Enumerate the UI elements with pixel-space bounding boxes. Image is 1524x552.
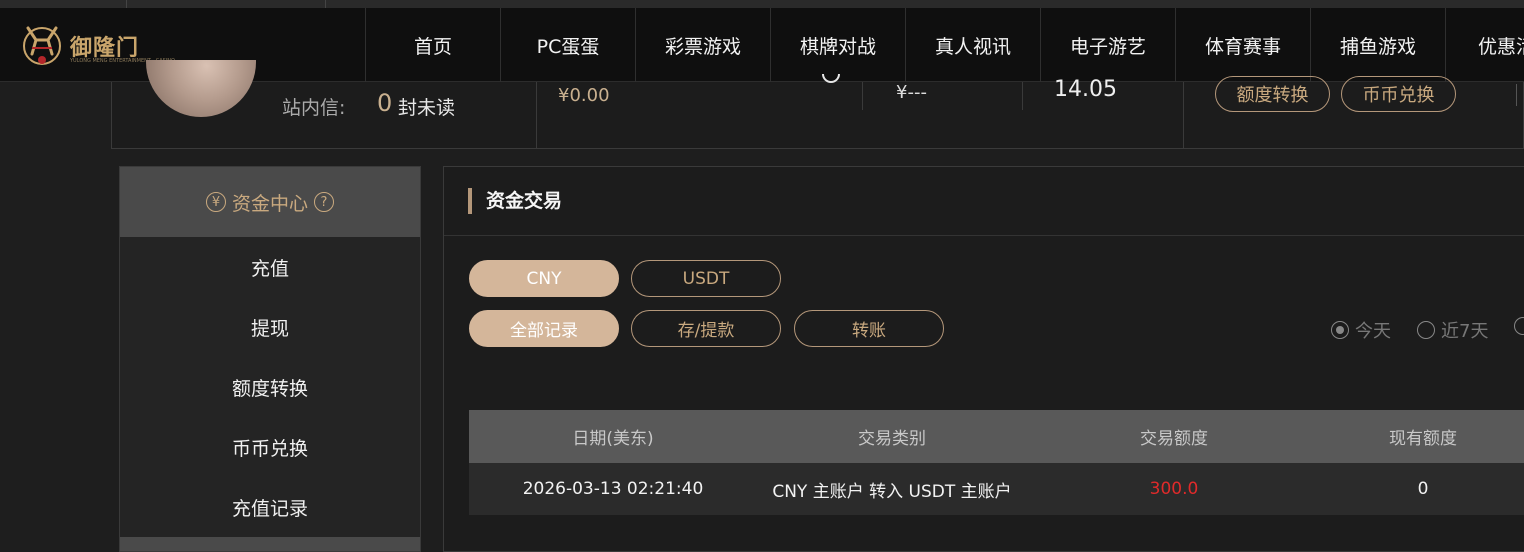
- column-header-amount: 交易额度: [1140, 429, 1208, 449]
- transactions-table: 日期(美东) 交易类别 交易额度 现有额度 2026-03-13 02:21:4…: [469, 410, 1524, 515]
- divider: [862, 82, 863, 110]
- sidebar-item-withdraw[interactable]: 提现: [120, 297, 420, 357]
- cell-type: CNY 主账户 转入 USDT 主账户: [772, 481, 1012, 502]
- column-header-current: 现有额度: [1389, 429, 1457, 449]
- nav-item-pc-eggs[interactable]: PC蛋蛋: [500, 8, 635, 82]
- nav-item-sports[interactable]: 体育赛事: [1175, 8, 1310, 82]
- filter-more[interactable]: [1514, 317, 1524, 335]
- main-panel: 资金交易 CNY USDT 全部记录 存/提款 转账 今天 近7天 日期(美东)…: [443, 166, 1524, 552]
- sidebar-item-next[interactable]: [120, 537, 420, 551]
- nav-item-lottery[interactable]: 彩票游戏: [635, 8, 770, 82]
- page-title: 资金交易: [468, 188, 562, 214]
- table-row: 2026-03-13 02:21:40 CNY 主账户 转入 USDT 主账户 …: [469, 463, 1524, 515]
- nav-item-fishing[interactable]: 捕鱼游戏: [1310, 8, 1445, 82]
- top-strip-divider: [126, 0, 127, 8]
- radio-icon[interactable]: [1514, 317, 1524, 335]
- table-header: 日期(美东) 交易类别 交易额度 现有额度: [469, 410, 1524, 463]
- sidebar-item-transfer[interactable]: 额度转换: [120, 357, 420, 417]
- sidebar-item-deposit[interactable]: 充值: [120, 237, 420, 297]
- tab-cny[interactable]: CNY: [469, 260, 619, 297]
- logo-emblem-icon: [23, 26, 61, 65]
- help-icon[interactable]: ?: [314, 192, 334, 212]
- refresh-icon[interactable]: [820, 70, 842, 88]
- filter-today-label: 今天: [1355, 321, 1391, 342]
- tab-transfer[interactable]: 转账: [794, 310, 944, 347]
- divider: [1516, 84, 1517, 106]
- divider: [1183, 82, 1184, 148]
- filter-7days-label: 近7天: [1441, 321, 1489, 342]
- exchange-button[interactable]: 币币兑换: [1341, 76, 1456, 112]
- top-strip-divider: [325, 0, 326, 8]
- top-strip: [0, 0, 1524, 8]
- nav-item-live-casino[interactable]: 真人视讯: [905, 8, 1040, 82]
- sidebar: ¥ 资金中心 ? 充值 提现 额度转换 币币兑换 充值记录: [119, 166, 421, 552]
- sidebar-item-exchange[interactable]: 币币兑换: [120, 417, 420, 477]
- cell-date: 2026-03-13 02:21:40: [522, 479, 704, 499]
- divider: [536, 82, 537, 148]
- column-header-date: 日期(美东): [572, 429, 654, 449]
- main-balance: ¥0.00: [558, 85, 610, 106]
- transfer-button[interactable]: 额度转换: [1215, 76, 1330, 112]
- filter-today[interactable]: 今天: [1331, 317, 1391, 343]
- cell-amount: 300.0: [1149, 479, 1199, 499]
- tab-all-records[interactable]: 全部记录: [469, 310, 619, 347]
- account-value: 14.05: [1054, 77, 1117, 102]
- nav-item-promotions[interactable]: 优惠活动: [1445, 8, 1524, 82]
- unread-count[interactable]: 0: [377, 89, 392, 117]
- sidebar-title: 资金中心: [231, 192, 308, 215]
- yuan-icon: ¥: [205, 192, 226, 212]
- nav-item-slots[interactable]: 电子游艺: [1040, 8, 1175, 82]
- logo[interactable]: 御隆门 YULONG MENG ENTERTAINMENT · CASINO: [18, 20, 175, 70]
- divider: [444, 235, 1524, 236]
- tab-deposit-withdraw[interactable]: 存/提款: [631, 310, 781, 347]
- sidebar-header: ¥ 资金中心 ?: [120, 167, 420, 237]
- column-header-type: 交易类别: [858, 429, 926, 449]
- filter-7days[interactable]: 近7天: [1417, 317, 1488, 343]
- nav-item-home[interactable]: 首页: [365, 8, 500, 82]
- radio-checked-icon[interactable]: [1331, 321, 1349, 339]
- unread-suffix: 封未读: [398, 97, 456, 119]
- message-label: 站内信:: [282, 97, 346, 119]
- cell-current: 0: [1417, 479, 1429, 499]
- main-nav: 首页 PC蛋蛋 彩票游戏 棋牌对战 真人视讯 电子游艺 体育赛事 捕鱼游戏 优惠…: [365, 8, 1524, 82]
- radio-icon[interactable]: [1417, 321, 1435, 339]
- other-balance: ¥---: [896, 82, 927, 103]
- sidebar-item-deposit-records[interactable]: 充值记录: [120, 477, 420, 537]
- divider: [1022, 82, 1023, 110]
- tab-usdt[interactable]: USDT: [631, 260, 781, 297]
